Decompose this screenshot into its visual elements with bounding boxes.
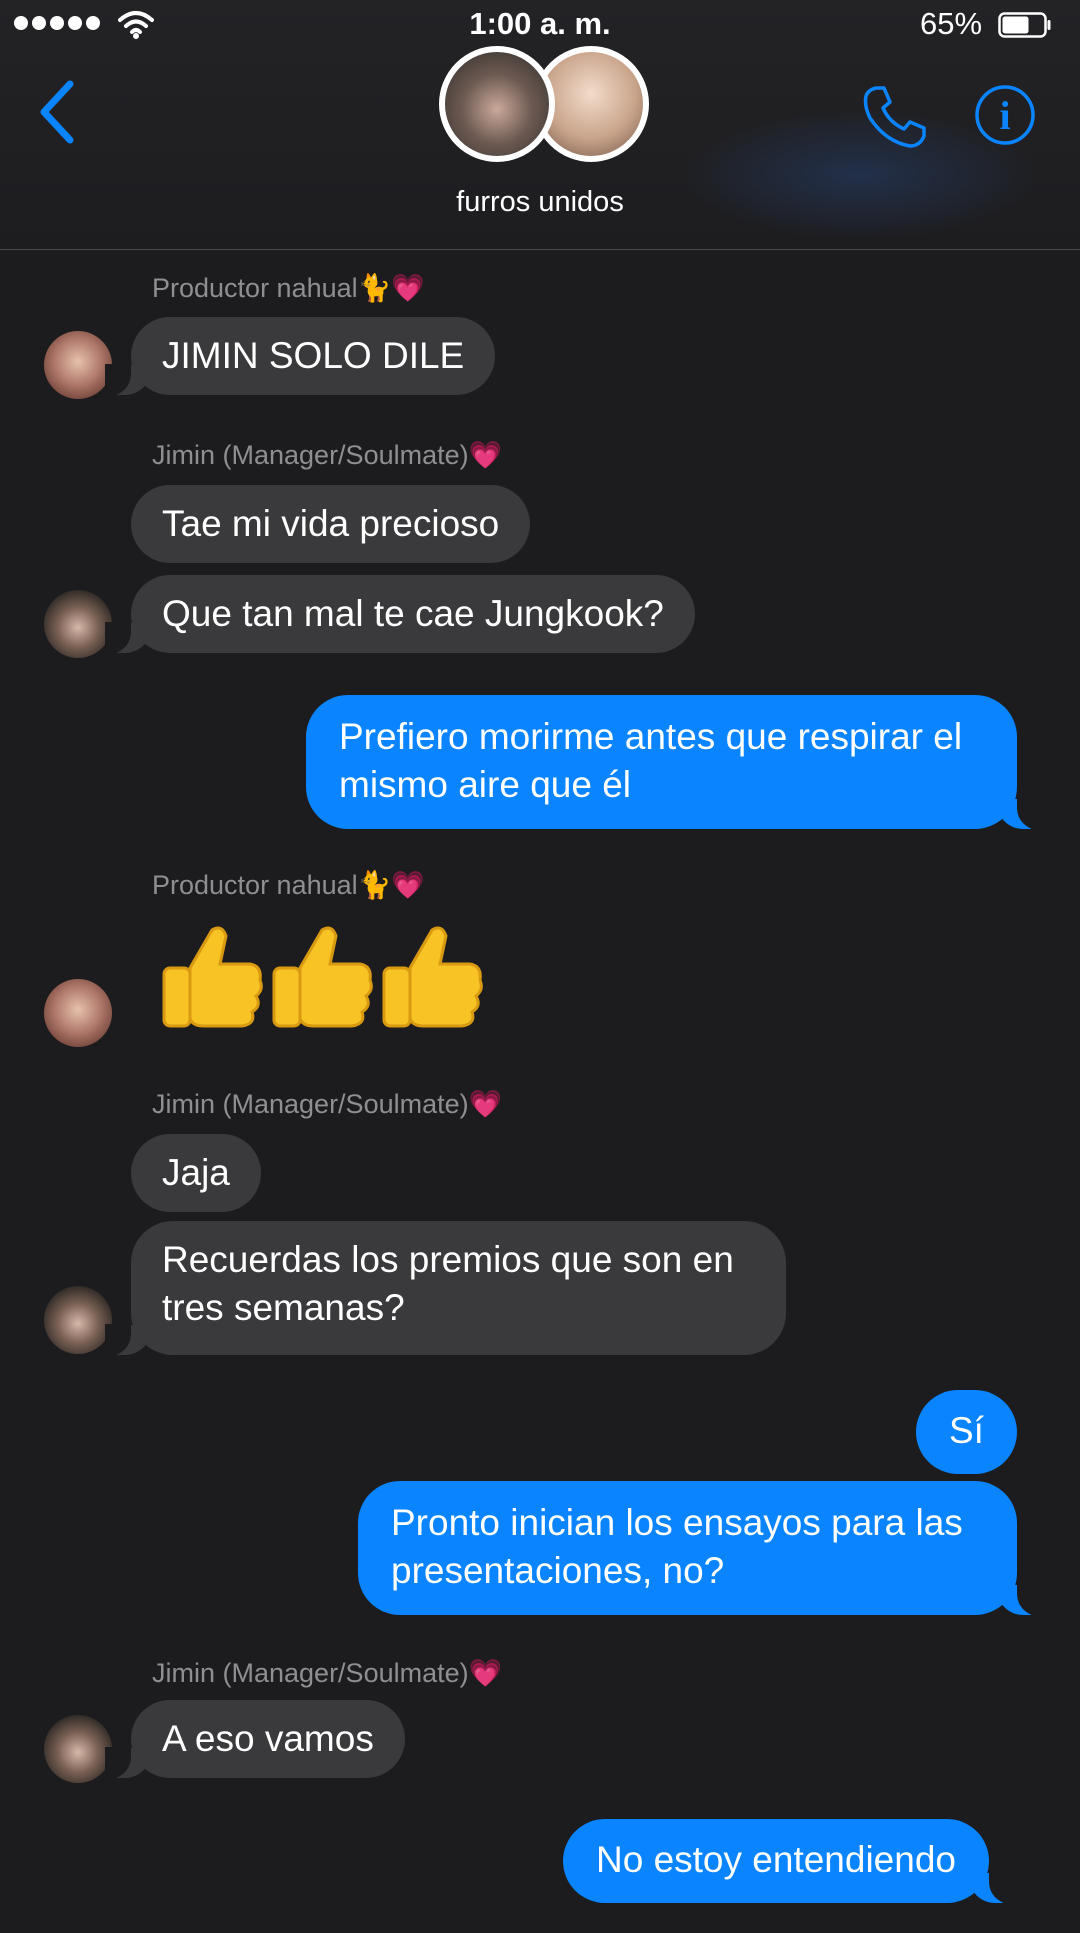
outgoing-message[interactable]: Sí <box>916 1390 1017 1474</box>
phone-icon[interactable] <box>862 84 928 150</box>
avatar[interactable] <box>44 331 112 399</box>
message-text-line: Recuerdas los premios que son en <box>162 1239 734 1280</box>
status-time: 1:00 a. m. <box>469 6 611 41</box>
message-text-line: tres semanas? <box>162 1287 405 1328</box>
group-avatar-primary[interactable] <box>439 46 555 162</box>
incoming-message[interactable]: Que tan mal te cae Jungkook? <box>105 575 695 654</box>
back-chevron-icon[interactable] <box>38 80 78 144</box>
sender-name: Jimin (Manager/Soulmate)💗 <box>152 1658 503 1688</box>
sender-name: Jimin (Manager/Soulmate)💗 <box>152 1089 503 1119</box>
incoming-message[interactable]: Jaja <box>131 1134 261 1212</box>
sender-name: Productor nahual🐈💗 <box>152 273 425 303</box>
avatar[interactable] <box>44 1715 112 1783</box>
thumbs-up-icon <box>272 926 373 1028</box>
message-text: Que tan mal te cae Jungkook? <box>162 593 664 634</box>
message-text: Jaja <box>162 1152 230 1193</box>
svg-text:i: i <box>999 93 1010 138</box>
battery-percentage: 65% <box>920 6 983 41</box>
message-text: Sí <box>949 1410 984 1451</box>
message-text: JIMIN SOLO DILE <box>162 335 465 376</box>
message-text-line: Prefiero morirme antes que respirar el <box>339 716 963 757</box>
message-text-line: mismo aire que él <box>339 764 632 805</box>
thumbs-up-icon <box>382 926 483 1028</box>
emoji-message[interactable] <box>160 922 484 1030</box>
avatar[interactable] <box>44 590 112 658</box>
conversation-header: 1:00 a. m. 65% furros unidos i <box>0 0 1080 250</box>
battery-icon <box>998 12 1051 38</box>
incoming-message[interactable]: JIMIN SOLO DILE <box>104 317 496 396</box>
thumbs-up-icon <box>162 926 263 1028</box>
message-text: Tae mi vida precioso <box>162 503 500 544</box>
message-text-line: Pronto inician los ensayos para las <box>391 1502 963 1543</box>
info-icon[interactable]: i <box>974 84 1036 146</box>
message-text-line: presentaciones, no? <box>391 1550 725 1591</box>
sender-name: Jimin (Manager/Soulmate)💗 <box>152 440 503 470</box>
incoming-message[interactable]: Tae mi vida precioso <box>131 485 531 563</box>
message-text: A eso vamos <box>162 1718 374 1759</box>
outgoing-message[interactable]: Pronto inician los ensayos para las pres… <box>358 1481 1043 1616</box>
sender-name: Productor nahual🐈💗 <box>152 870 425 900</box>
incoming-message[interactable]: Recuerdas los premios que son en tres se… <box>105 1221 786 1356</box>
group-name[interactable]: furros unidos <box>0 186 1080 219</box>
avatar[interactable] <box>44 1286 112 1354</box>
outgoing-message[interactable]: No estoy entendiendo <box>563 1819 1015 1904</box>
avatar[interactable] <box>44 979 112 1047</box>
incoming-message[interactable]: A eso vamos <box>105 1700 405 1779</box>
outgoing-message[interactable]: Prefiero morirme antes que respirar el m… <box>306 695 1043 830</box>
message-text: No estoy entendiendo <box>596 1839 956 1880</box>
